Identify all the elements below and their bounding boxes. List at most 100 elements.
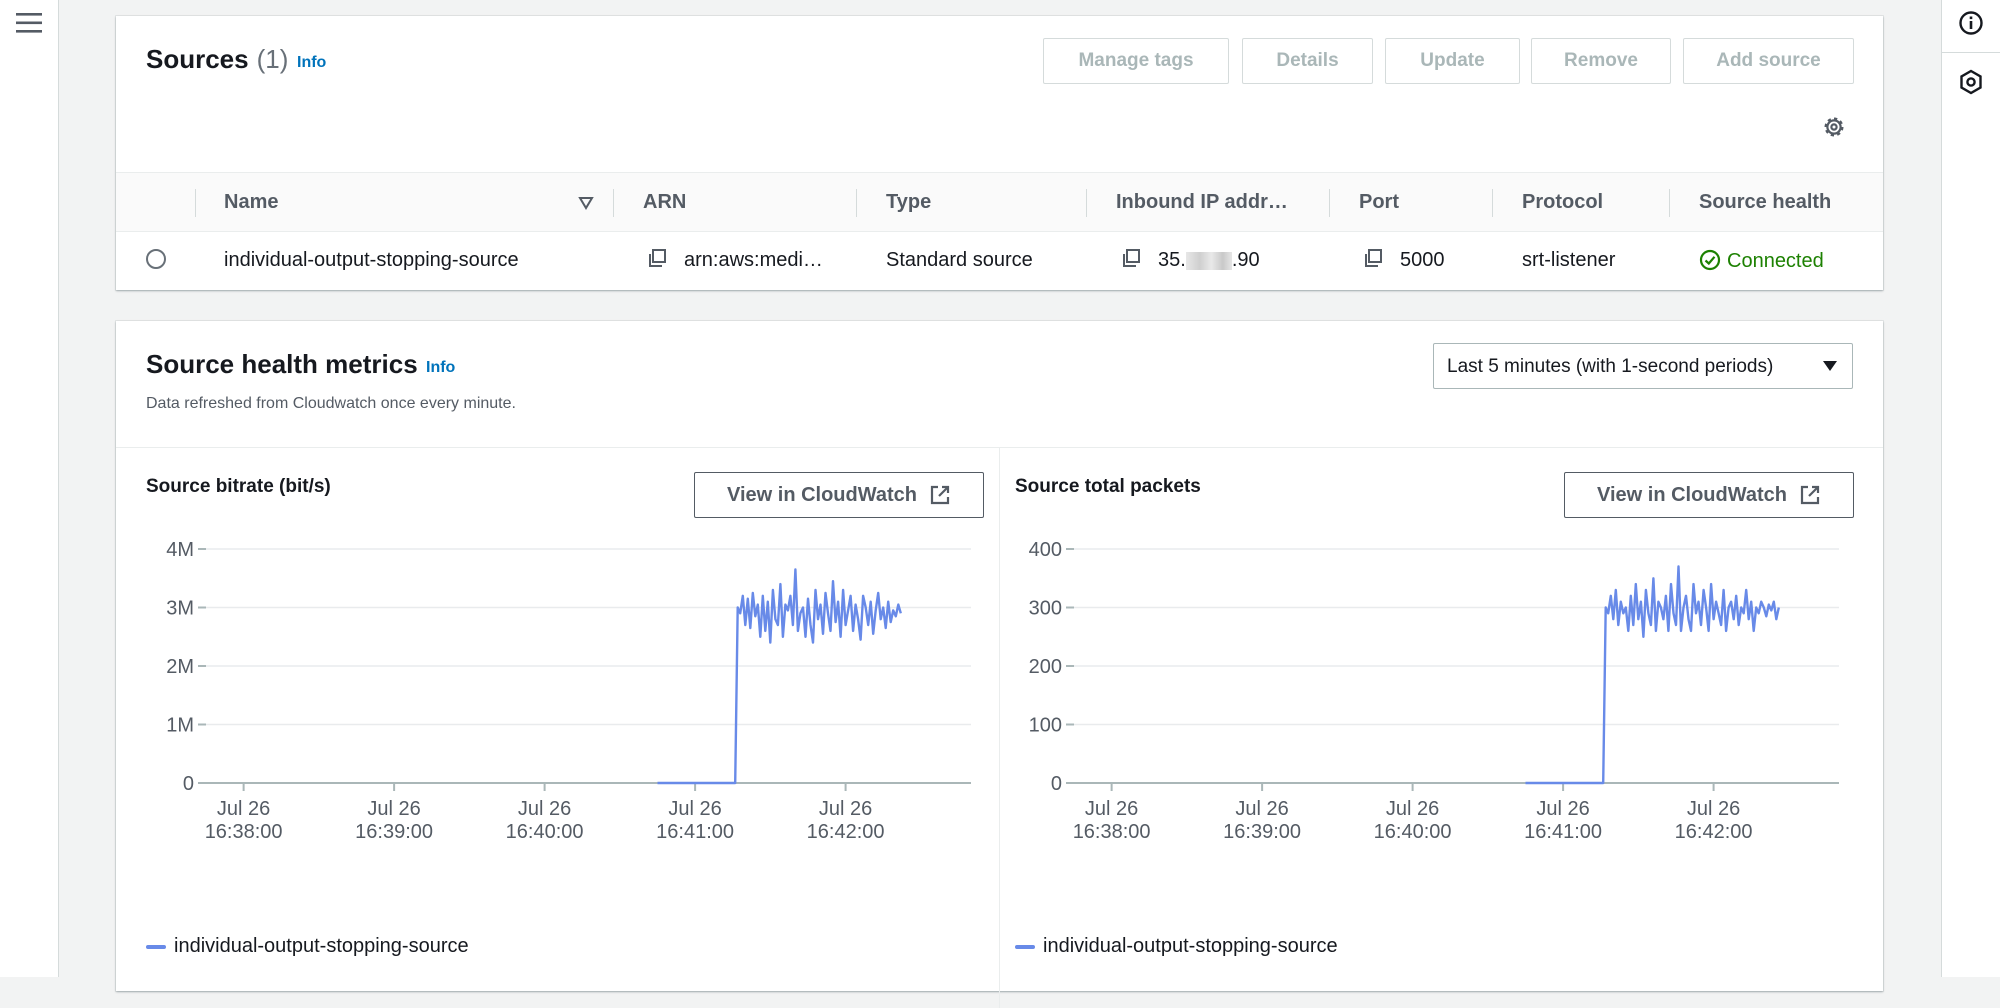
x-tick-label: Jul 26 [217,798,270,820]
manage-tags-button[interactable]: Manage tags [1043,38,1229,84]
type-cell: Standard source [886,249,1033,271]
y-tick-label: 100 [1029,715,1062,737]
column-inbound-ip[interactable]: Inbound IP addr… [1116,191,1288,214]
metrics-subtitle: Data refreshed from Cloudwatch once ever… [146,395,516,412]
sources-info-link[interactable]: Info [297,54,326,72]
series-line [1525,565,1780,785]
caret-down-icon [1823,361,1837,371]
x-tick-label: 16:42:00 [1675,821,1753,843]
protocol-cell: srt-listener [1522,249,1616,271]
inbound-ip-cell: 35. .90 [1158,249,1260,272]
packets-line-chart: 0100200300400Jul 2616:38:00Jul 2616:39:0… [1029,539,1839,843]
column-source-health[interactable]: Source health [1699,191,1831,214]
time-range-select[interactable]: Last 5 minutes (with 1-second periods) [1433,343,1853,389]
legend-label: individual-output-stopping-source [174,935,469,957]
table-header: Name ARN Type Inbound IP addr… Port Prot… [116,172,1883,232]
column-arn[interactable]: ARN [643,191,686,214]
ip-suffix: .90 [1231,249,1260,271]
external-link-icon [1800,485,1820,505]
legend-swatch [146,944,166,949]
view-in-cloudwatch-button-bitrate[interactable]: View in CloudWatch [694,472,984,518]
x-tick-label: 16:39:00 [355,821,433,843]
x-tick-label: Jul 26 [1536,798,1589,820]
sources-title: Sources [146,44,249,74]
x-tick-label: Jul 26 [367,798,420,820]
series-line [657,568,902,785]
packets-chart-title: Source total packets [1015,476,1201,497]
details-button[interactable]: Details [1242,38,1373,84]
view-in-cloudwatch-label: View in CloudWatch [1596,483,1787,506]
legend-swatch [1015,944,1035,949]
x-tick-label: 16:41:00 [656,821,734,843]
column-protocol[interactable]: Protocol [1522,191,1603,214]
y-tick-label: 4M [166,539,194,561]
x-tick-label: 16:38:00 [205,821,283,843]
x-tick-label: 16:42:00 [807,821,885,843]
legend-label: individual-output-stopping-source [1043,935,1338,957]
remove-button[interactable]: Remove [1531,38,1671,84]
column-separator [1329,189,1330,217]
column-name[interactable]: Name [224,191,278,214]
y-tick-label: 200 [1029,656,1062,678]
sources-count: (1) [256,44,289,74]
y-tick-label: 400 [1029,539,1062,561]
y-tick-label: 300 [1029,598,1062,620]
health-status-text: Connected [1727,250,1824,272]
source-name-cell: individual-output-stopping-source [224,249,519,271]
metrics-info-link[interactable]: Info [426,359,455,377]
column-separator [1492,189,1493,217]
column-separator [1669,189,1670,217]
bitrate-line-chart: 01M2M3M4MJul 2616:38:00Jul 2616:39:00Jul… [166,539,971,843]
x-tick-label: Jul 26 [1235,798,1288,820]
y-tick-label: 0 [183,773,194,795]
x-tick-label: 16:38:00 [1073,821,1151,843]
gear-icon[interactable] [1820,113,1848,141]
source-health-metrics-container: Source health metrics Info Data refreshe… [116,321,1883,1008]
column-port[interactable]: Port [1359,191,1399,214]
update-button[interactable]: Update [1385,38,1520,84]
info-icon[interactable] [1957,9,1985,37]
help-panel-icon[interactable] [1957,68,1985,96]
column-separator [613,189,614,217]
x-tick-label: Jul 26 [518,798,571,820]
copy-arn-icon[interactable] [646,247,668,269]
column-separator [856,189,857,217]
source-health-cell: Connected [1699,249,1824,273]
left-navigation [0,0,59,977]
time-range-value: Last 5 minutes (with 1-second periods) [1447,356,1774,377]
packets-chart-legend[interactable]: individual-output-stopping-source [1015,935,1338,958]
bitrate-chart-title: Source bitrate (bit/s) [146,476,331,497]
external-link-icon [930,485,950,505]
column-separator [1086,189,1087,217]
add-source-button[interactable]: Add source [1683,38,1854,84]
bitrate-chart-legend[interactable]: individual-output-stopping-source [146,935,469,958]
table-row[interactable]: individual-output-stopping-source arn:aw… [116,232,1883,290]
column-separator [195,189,196,217]
column-type[interactable]: Type [886,191,931,214]
copy-ip-icon[interactable] [1120,247,1142,269]
x-tick-label: 16:40:00 [1374,821,1452,843]
copy-port-icon[interactable] [1362,247,1384,269]
sort-descending-icon[interactable] [578,196,594,210]
x-tick-label: Jul 26 [668,798,721,820]
view-in-cloudwatch-label: View in CloudWatch [726,483,917,506]
status-success-icon [1699,249,1721,271]
x-tick-label: Jul 26 [1085,798,1138,820]
y-tick-label: 3M [166,598,194,620]
x-tick-label: Jul 26 [1386,798,1439,820]
menu-icon[interactable] [14,10,44,36]
tools-divider [1942,52,2000,53]
y-tick-label: 0 [1051,773,1062,795]
tools-panel-rail [1941,0,2000,977]
x-tick-label: Jul 26 [819,798,872,820]
x-tick-label: 16:41:00 [1524,821,1602,843]
y-tick-label: 1M [166,715,194,737]
arn-cell: arn:aws:medi… [684,249,823,271]
redacted-ip-segment [1185,251,1232,270]
x-tick-label: 16:40:00 [506,821,584,843]
sources-heading: Sources (1) [146,44,288,75]
x-tick-label: 16:39:00 [1223,821,1301,843]
view-in-cloudwatch-button-packets[interactable]: View in CloudWatch [1564,472,1854,518]
sources-container: Sources (1) Info Manage tags Details Upda… [116,16,1883,290]
chart-column-divider [999,448,1000,1008]
